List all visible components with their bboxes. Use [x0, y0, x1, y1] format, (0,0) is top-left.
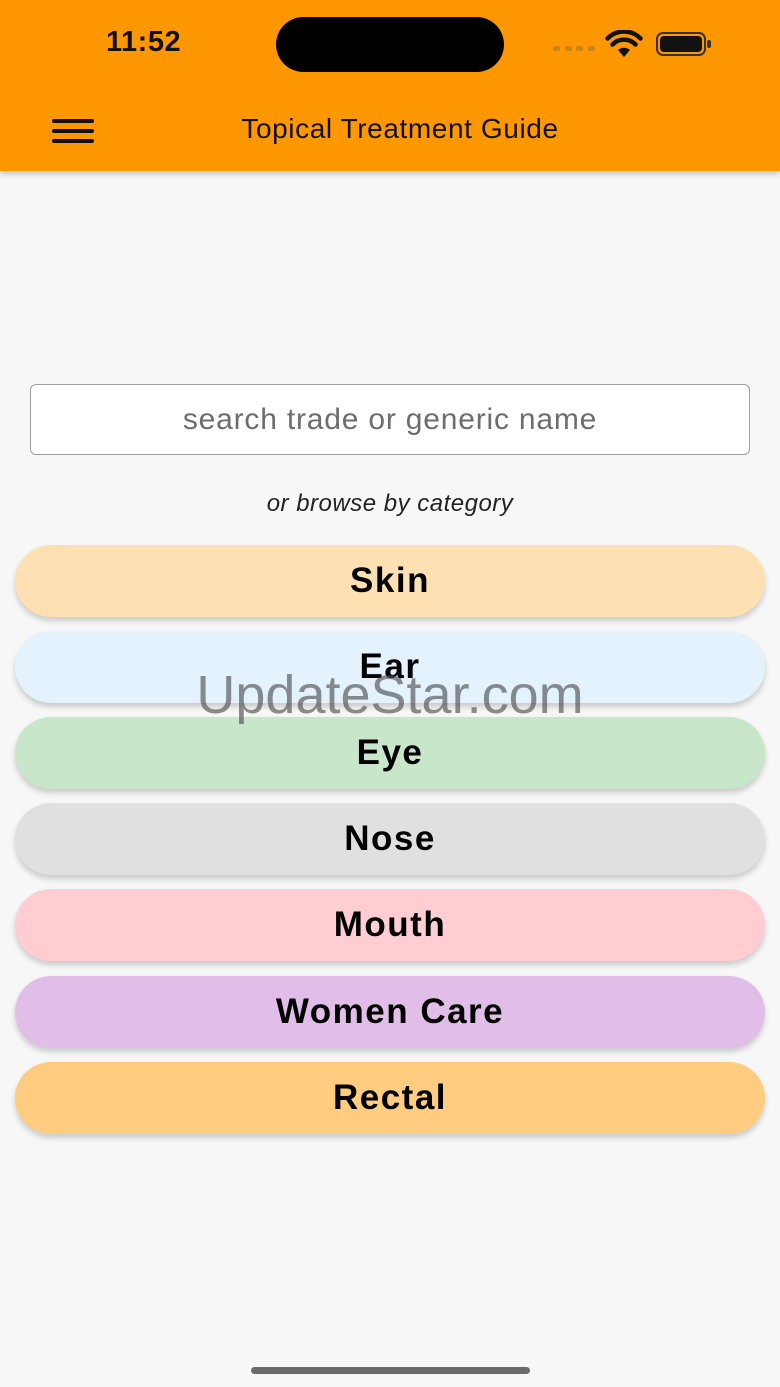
wifi-icon	[605, 30, 643, 57]
dynamic-island	[276, 17, 504, 72]
status-time: 11:52	[106, 26, 182, 58]
category-button-skin[interactable]: Skin	[15, 545, 765, 617]
category-button-women-care[interactable]: Women Care	[15, 976, 765, 1048]
category-button-ear[interactable]: Ear	[15, 631, 765, 703]
page-title: Topical Treatment Guide	[241, 113, 559, 144]
category-button-mouth[interactable]: Mouth	[15, 889, 765, 961]
battery-icon	[656, 32, 711, 56]
category-button-rectal[interactable]: Rectal	[15, 1062, 765, 1134]
cellular-signal-icon	[553, 46, 595, 52]
browse-by-category-label: or browse by category	[266, 490, 514, 517]
category-button-nose[interactable]: Nose	[15, 803, 765, 875]
search-input[interactable]	[30, 384, 750, 455]
category-button-eye[interactable]: Eye	[15, 717, 765, 789]
home-indicator[interactable]	[251, 1367, 530, 1374]
app-screen: 11:52 Topical Treatment Guide or browse …	[0, 0, 780, 1387]
app-bar: 11:52 Topical Treatment Guide	[0, 0, 780, 171]
